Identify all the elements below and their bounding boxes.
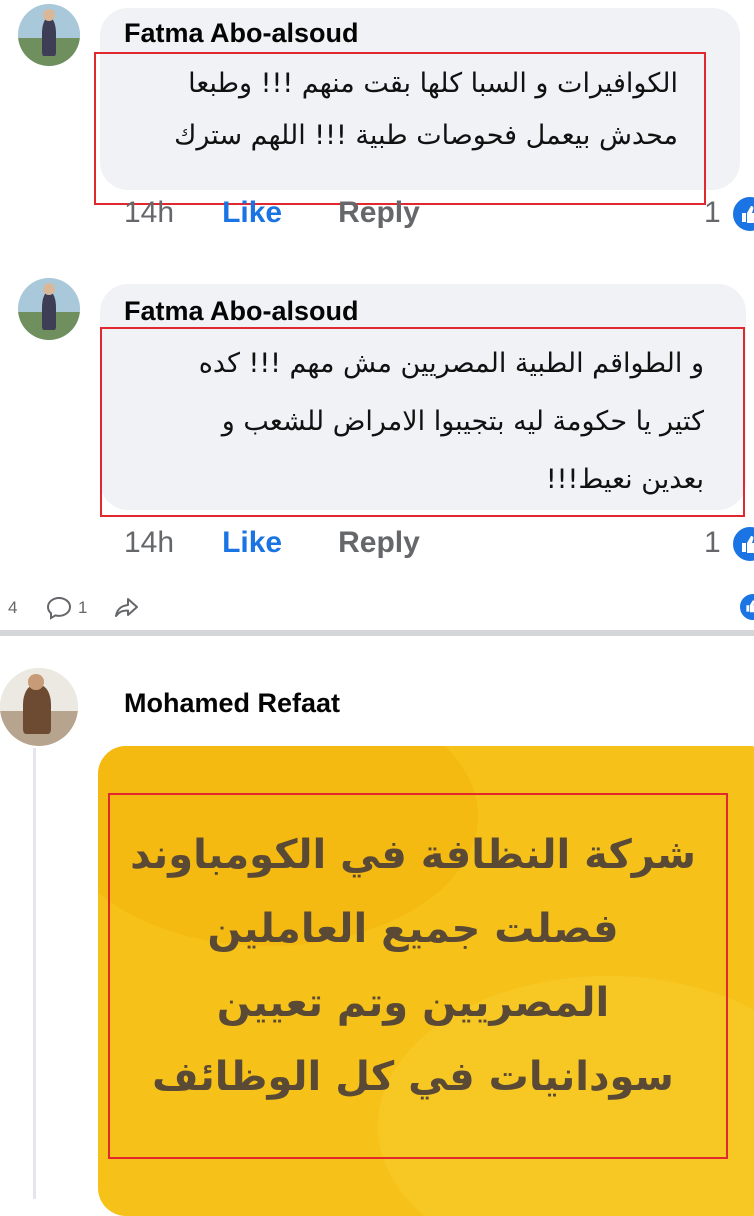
avatar[interactable] [18,4,80,66]
image-text-line: شركة النظافة في الكومباوند [130,832,696,878]
reply-button[interactable]: Reply [338,196,420,229]
avatar[interactable] [0,668,78,746]
reaction-count[interactable]: 1 [704,526,721,560]
like-button[interactable]: Like [222,196,282,229]
comment-text: الكوافيرات و السبا كلها بقت منهم !!! وطب… [104,62,678,158]
thread-line [33,748,36,1199]
comment-author[interactable]: Mohamed Refaat [124,688,340,719]
comment-count[interactable]: 1 [78,598,87,618]
comment-author[interactable]: Fatma Abo-alsoud [124,18,359,49]
comment-line: بعدين نعيط!!! [545,464,704,495]
comment-actions: 14h Like Reply [124,196,420,230]
image-text: شركة النظافة في الكومباوند فصلت جميع الع… [108,818,718,1114]
like-thumb-icon[interactable] [738,592,754,622]
image-text-line: فصلت جميع العاملين [207,906,619,952]
comment-time[interactable]: 14h [124,196,174,229]
comment-line: محدش بيعمل فحوصات طبية !!! اللهم سترك [174,120,678,151]
post-stat-count: 4 [8,598,18,617]
screenshot-divider [0,630,754,636]
reaction-count[interactable]: 1 [704,196,721,230]
image-text-line: المصريين وتم تعيين [216,980,610,1026]
comment-bubble-icon[interactable] [46,596,72,625]
like-thumb-icon[interactable] [730,524,754,564]
comment-line: و الطواقم الطبية المصريين مش مهم !!! كده [198,348,704,379]
share-arrow-icon[interactable] [114,596,140,625]
comment-text: و الطواقم الطبية المصريين مش مهم !!! كده… [110,342,704,502]
comment-time[interactable]: 14h [124,526,174,559]
avatar[interactable] [18,278,80,340]
comment-author[interactable]: Fatma Abo-alsoud [124,296,359,327]
comment-actions: 14h Like Reply [124,526,420,560]
comment-line: الكوافيرات و السبا كلها بقت منهم !!! وطب… [188,68,678,99]
like-thumb-icon[interactable] [730,194,754,234]
comment-line: كتير يا حكومة ليه بتجيبوا الامراض للشعب … [221,406,704,437]
reply-button[interactable]: Reply [338,526,420,559]
image-text-line: سودانيات في كل الوظائف [152,1054,674,1100]
like-button[interactable]: Like [222,526,282,559]
